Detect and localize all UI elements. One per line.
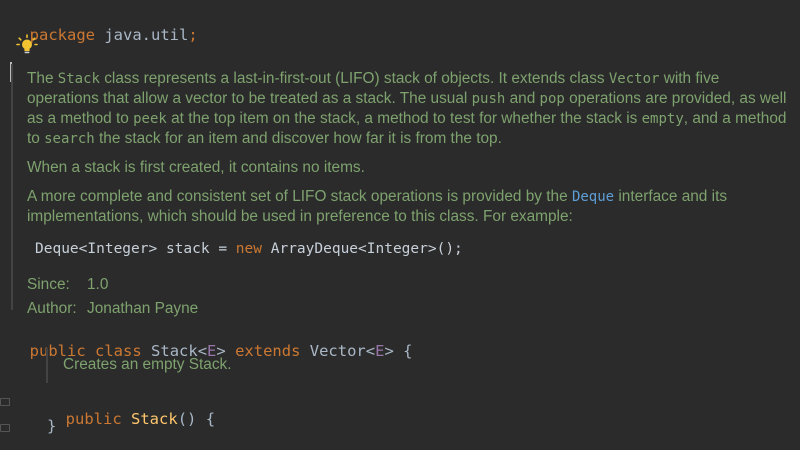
package-declaration[interactable]: package java.util; <box>11 8 198 44</box>
ctor-javadoc[interactable]: Creates an empty Stack. <box>63 356 232 374</box>
javadoc-paragraph-1: The Stack class represents a last-in-fir… <box>27 70 787 147</box>
javadoc-paragraph-3: A more complete and consistent set of LI… <box>27 188 728 225</box>
semicolon: ; <box>188 26 198 44</box>
since-label: Since: <box>27 276 70 293</box>
constructor-name: Stack <box>131 410 178 428</box>
constructor-declaration[interactable]: public Stack() { <box>47 392 215 428</box>
javadoc-paragraph-2: When a stack is first created, it contai… <box>27 159 365 176</box>
since-value: 1.0 <box>87 276 109 293</box>
deque-link[interactable]: Deque <box>572 189 614 205</box>
package-name: java.util <box>104 26 189 44</box>
open-brace: { <box>403 342 413 360</box>
javadoc-code-example: Deque<Integer> stack = new ArrayDeque<In… <box>35 241 463 257</box>
fold-marker-icon[interactable] <box>0 398 10 406</box>
extends-keyword: extends <box>235 342 301 360</box>
author-value: Jonathan Payne <box>87 300 199 317</box>
since-tag: Since: 1.0 <box>27 273 789 297</box>
lightbulb-icon[interactable] <box>16 34 38 56</box>
ctor-javadoc-border <box>46 348 48 383</box>
class-declaration[interactable]: public class Stack<E> extends Vector<E> … <box>11 324 413 360</box>
javadoc-border <box>11 64 13 310</box>
ctor-public-keyword: public <box>65 410 122 428</box>
javadoc-rendered[interactable]: The Stack class represents a last-in-fir… <box>27 69 789 321</box>
author-label: Author: <box>27 300 77 317</box>
fold-marker-icon[interactable] <box>0 424 10 432</box>
superclass-name: Vector <box>309 342 366 360</box>
close-brace[interactable]: } <box>47 417 56 435</box>
author-tag: Author: Jonathan Payne <box>27 297 789 321</box>
package-keyword: package <box>29 26 95 44</box>
